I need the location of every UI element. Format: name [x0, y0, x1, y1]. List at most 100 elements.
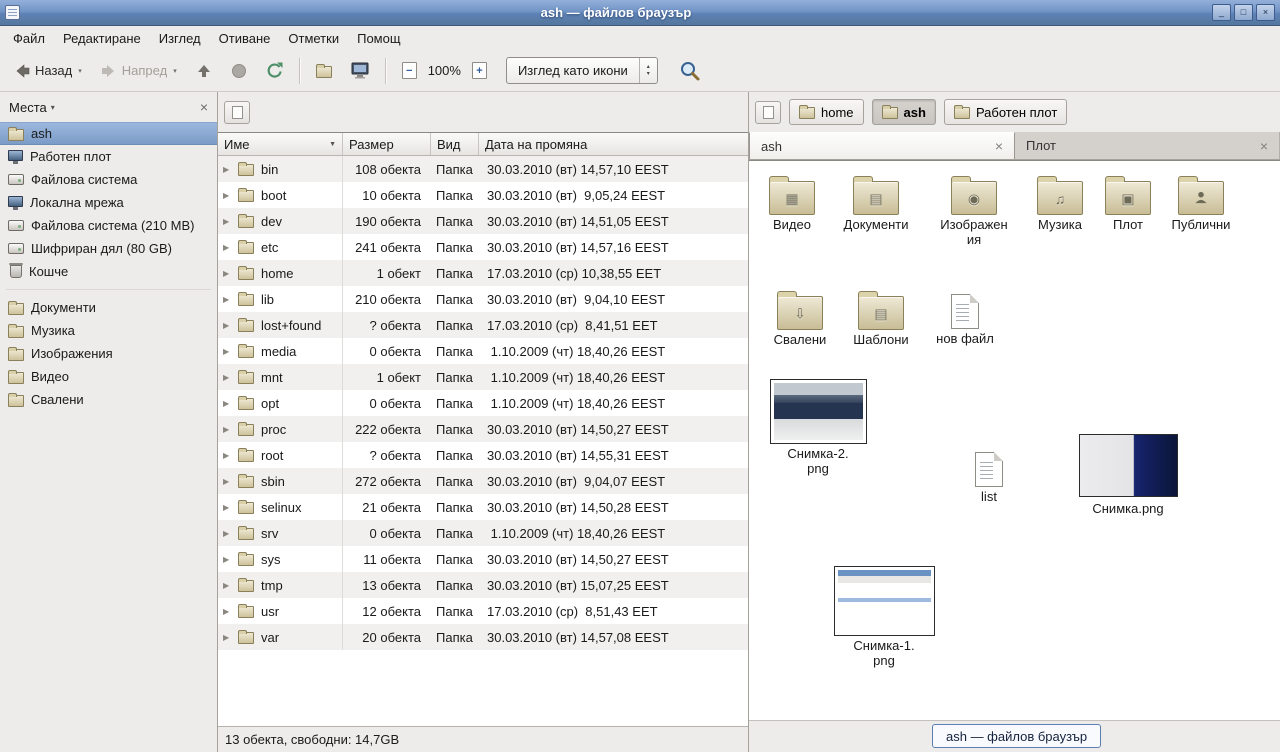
icon-view[interactable]: ▦ Видео ▤ Документи ◉ Изображения ♫ Музи…: [749, 160, 1280, 720]
table-row[interactable]: ▶mnt 1 обект Папка 1.10.2009 (чт) 18,40,…: [218, 364, 748, 390]
icon-new-file[interactable]: нов файл: [920, 289, 1010, 347]
icon-snimka-2-png[interactable]: Снимка-2.png: [766, 379, 870, 476]
expander-icon[interactable]: ▶: [223, 295, 233, 304]
icon-templates-folder[interactable]: ▤ Шаблони: [836, 289, 926, 348]
expander-icon[interactable]: ▶: [223, 529, 233, 538]
chevron-down-icon[interactable]: ▾: [78, 67, 82, 75]
pathbar-scroll-button[interactable]: [755, 101, 781, 124]
expander-icon[interactable]: ▶: [223, 399, 233, 408]
tab-ash[interactable]: ash ×: [749, 132, 1015, 159]
view-mode-select[interactable]: Изглед като икони ▴ ▾: [506, 57, 658, 84]
expander-icon[interactable]: ▶: [223, 503, 233, 512]
zoom-in-button[interactable]: +: [464, 56, 495, 85]
icon-pictures-folder[interactable]: ◉ Изображения: [929, 174, 1019, 247]
sidebar-item-network[interactable]: Локална мрежа: [0, 191, 217, 214]
expander-icon[interactable]: ▶: [223, 425, 233, 434]
table-row[interactable]: ▶home 1 обект Папка 17.03.2010 (ср) 10,3…: [218, 260, 748, 286]
menu-bookmarks[interactable]: Отметки: [279, 28, 348, 49]
menu-help[interactable]: Помощ: [348, 28, 409, 49]
menu-view[interactable]: Изглед: [150, 28, 210, 49]
table-row[interactable]: ▶boot 10 обекта Папка 30.03.2010 (вт) 9,…: [218, 182, 748, 208]
sidebar-title[interactable]: Места: [9, 100, 47, 115]
sidebar-item-trash[interactable]: Кошче: [0, 260, 217, 283]
expander-icon[interactable]: ▶: [223, 607, 233, 616]
maximize-button[interactable]: □: [1234, 4, 1253, 21]
breadcrumb-home[interactable]: home: [789, 99, 864, 125]
sidebar-item-filesystem-210mb[interactable]: Файлова система (210 MB): [0, 214, 217, 237]
table-row[interactable]: ▶sbin 272 обекта Папка 30.03.2010 (вт) 9…: [218, 468, 748, 494]
menu-file[interactable]: Файл: [4, 28, 54, 49]
icon-snimka-1-png[interactable]: Снимка-1.png: [832, 566, 936, 668]
pane-location-button[interactable]: [224, 101, 250, 124]
expander-icon[interactable]: ▶: [223, 191, 233, 200]
sidebar-item-encrypted-80gb[interactable]: Шифриран дял (80 GB): [0, 237, 217, 260]
table-row[interactable]: ▶tmp 13 обекта Папка 30.03.2010 (вт) 15,…: [218, 572, 748, 598]
expander-icon[interactable]: ▶: [223, 373, 233, 382]
stop-button[interactable]: [223, 57, 255, 85]
sidebar-close-icon[interactable]: ×: [200, 99, 208, 115]
back-button[interactable]: Назад ▾: [6, 57, 90, 85]
sidebar-item-pictures[interactable]: Изображения: [0, 342, 217, 365]
expander-icon[interactable]: ▶: [223, 451, 233, 460]
table-row[interactable]: ▶etc 241 обекта Папка 30.03.2010 (вт) 14…: [218, 234, 748, 260]
table-row[interactable]: ▶srv 0 обекта Папка 1.10.2009 (чт) 18,40…: [218, 520, 748, 546]
home-button[interactable]: [308, 58, 340, 84]
up-button[interactable]: [188, 57, 220, 85]
sidebar-item-documents[interactable]: Документи: [0, 296, 217, 319]
table-row[interactable]: ▶selinux 21 обекта Папка 30.03.2010 (вт)…: [218, 494, 748, 520]
expander-icon[interactable]: ▶: [223, 321, 233, 330]
expander-icon[interactable]: ▶: [223, 243, 233, 252]
table-row[interactable]: ▶proc 222 обекта Папка 30.03.2010 (вт) 1…: [218, 416, 748, 442]
forward-button[interactable]: Напред ▾: [93, 57, 185, 85]
tab-plot[interactable]: Плот ×: [1015, 132, 1280, 159]
icon-video-folder[interactable]: ▦ Видео: [749, 174, 837, 233]
sidebar-item-downloads[interactable]: Свалени: [0, 388, 217, 411]
menu-go[interactable]: Отиване: [210, 28, 280, 49]
search-button[interactable]: [673, 56, 707, 86]
expander-icon[interactable]: ▶: [223, 347, 233, 356]
icon-public-folder[interactable]: Публични: [1156, 174, 1246, 233]
zoom-out-button[interactable]: −: [394, 56, 425, 85]
expander-icon[interactable]: ▶: [223, 269, 233, 278]
icon-documents-folder[interactable]: ▤ Документи: [831, 174, 921, 233]
close-icon[interactable]: ×: [1260, 138, 1268, 154]
sidebar-item-desktop[interactable]: Работен плот: [0, 145, 217, 168]
table-row[interactable]: ▶dev 190 обекта Папка 30.03.2010 (вт) 14…: [218, 208, 748, 234]
table-row[interactable]: ▶opt 0 обекта Папка 1.10.2009 (чт) 18,40…: [218, 390, 748, 416]
sidebar-item-ash[interactable]: ash: [0, 122, 217, 145]
close-button[interactable]: ×: [1256, 4, 1275, 21]
column-header-type[interactable]: Вид: [431, 133, 479, 155]
table-row[interactable]: ▶var 20 обекта Папка 30.03.2010 (вт) 14,…: [218, 624, 748, 650]
table-row[interactable]: ▶lib 210 обекта Папка 30.03.2010 (вт) 9,…: [218, 286, 748, 312]
expander-icon[interactable]: ▶: [223, 555, 233, 564]
expander-icon[interactable]: ▶: [223, 477, 233, 486]
expander-icon[interactable]: ▶: [223, 633, 233, 642]
titlebar[interactable]: ash — файлов браузър _ □ ×: [0, 0, 1280, 26]
menu-edit[interactable]: Редактиране: [54, 28, 150, 49]
icon-snimka-png[interactable]: Снимка.png: [1076, 434, 1180, 517]
expander-icon[interactable]: ▶: [223, 217, 233, 226]
spinner-arrows-icon[interactable]: ▴ ▾: [640, 64, 657, 77]
table-row[interactable]: ▶lost+found ? обекта Папка 17.03.2010 (с…: [218, 312, 748, 338]
sidebar-item-video[interactable]: Видео: [0, 365, 217, 388]
minimize-button[interactable]: _: [1212, 4, 1231, 21]
table-row[interactable]: ▶sys 11 обекта Папка 30.03.2010 (вт) 14,…: [218, 546, 748, 572]
chevron-down-icon[interactable]: ▾: [51, 103, 55, 112]
window-menu-icon[interactable]: [5, 5, 20, 20]
table-row[interactable]: ▶media 0 обекта Папка 1.10.2009 (чт) 18,…: [218, 338, 748, 364]
column-header-size[interactable]: Размер: [343, 133, 431, 155]
close-icon[interactable]: ×: [995, 138, 1003, 154]
expander-icon[interactable]: ▶: [223, 165, 233, 174]
computer-button[interactable]: [343, 56, 377, 85]
sidebar-item-music[interactable]: Музика: [0, 319, 217, 342]
reload-button[interactable]: [258, 56, 291, 85]
table-row[interactable]: ▶bin 108 обекта Папка 30.03.2010 (вт) 14…: [218, 156, 748, 182]
table-row[interactable]: ▶usr 12 обекта Папка 17.03.2010 (ср) 8,5…: [218, 598, 748, 624]
expander-icon[interactable]: ▶: [223, 581, 233, 590]
table-row[interactable]: ▶root ? обекта Папка 30.03.2010 (вт) 14,…: [218, 442, 748, 468]
taskbar-window-button[interactable]: ash — файлов браузър: [932, 724, 1101, 748]
column-header-date[interactable]: Дата на промяна: [479, 133, 748, 155]
column-header-name[interactable]: Име ▼: [218, 133, 343, 155]
breadcrumb-ash[interactable]: ash: [872, 99, 936, 125]
breadcrumb-desktop[interactable]: Работен плот: [944, 99, 1067, 125]
